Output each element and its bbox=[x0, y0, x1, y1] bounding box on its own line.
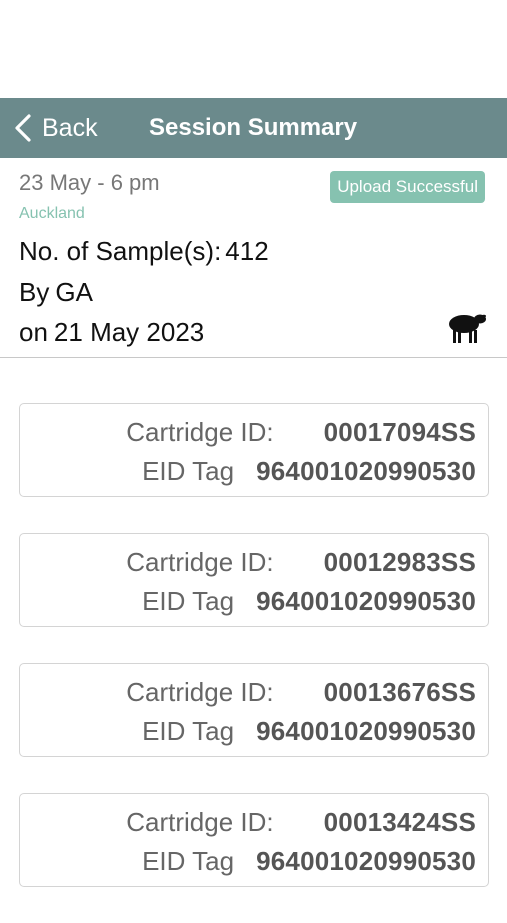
sample-card[interactable]: Cartridge ID: 00013424SS EID Tag 9640010… bbox=[19, 793, 489, 887]
collected-by-label: By bbox=[19, 277, 50, 307]
sample-card[interactable]: Cartridge ID: 00017094SS EID Tag 9640010… bbox=[19, 403, 489, 497]
collection-date-value: 21 May 2023 bbox=[53, 317, 205, 347]
session-summary-header: 23 May - 6 pm Upload Successful Auckland… bbox=[0, 158, 507, 358]
cartridge-id-label: Cartridge ID: bbox=[126, 677, 274, 707]
cartridge-id-value: 00013424SS bbox=[323, 807, 476, 837]
back-label: Back bbox=[42, 113, 98, 142]
eid-tag-label: EID Tag bbox=[142, 846, 235, 876]
eid-tag-value: 964001020990530 bbox=[256, 846, 476, 876]
eid-tag-label: EID Tag bbox=[142, 456, 235, 486]
eid-tag-value: 964001020990530 bbox=[256, 716, 476, 746]
eid-tag-value: 964001020990530 bbox=[256, 456, 476, 486]
chevron-left-icon bbox=[15, 114, 31, 142]
sample-count-label: No. of Sample(s): bbox=[19, 236, 222, 266]
sample-list: Cartridge ID: 00017094SS EID Tag 9640010… bbox=[19, 403, 489, 923]
sample-count: No. of Sample(s): 412 bbox=[19, 236, 269, 267]
sample-card[interactable]: Cartridge ID: 00013676SS EID Tag 9640010… bbox=[19, 663, 489, 757]
collected-by-value: GA bbox=[55, 277, 93, 307]
eid-tag-label: EID Tag bbox=[142, 586, 235, 616]
session-location: Auckland bbox=[19, 205, 85, 222]
sample-count-value: 412 bbox=[225, 236, 269, 266]
page-title: Session Summary bbox=[149, 114, 358, 141]
cartridge-id-label: Cartridge ID: bbox=[126, 547, 274, 577]
status-badge: Upload Successful bbox=[330, 171, 485, 203]
nav-bar: Back Session Summary bbox=[0, 98, 507, 158]
cartridge-id-value: 00012983SS bbox=[323, 547, 476, 577]
back-button[interactable]: Back bbox=[14, 98, 98, 158]
cartridge-id-label: Cartridge ID: bbox=[126, 807, 274, 837]
cartridge-id-value: 00013676SS bbox=[323, 677, 476, 707]
collected-by: By GA bbox=[19, 277, 93, 308]
eid-tag-value: 964001020990530 bbox=[256, 586, 476, 616]
sample-card[interactable]: Cartridge ID: 00012983SS EID Tag 9640010… bbox=[19, 533, 489, 627]
cartridge-id-value: 00017094SS bbox=[323, 417, 476, 447]
eid-tag-label: EID Tag bbox=[142, 716, 235, 746]
sheep-icon bbox=[449, 314, 486, 343]
collection-date-label: on bbox=[19, 317, 48, 347]
session-name: 23 May - 6 pm bbox=[19, 170, 160, 195]
collection-date: on 21 May 2023 bbox=[19, 317, 204, 348]
cartridge-id-label: Cartridge ID: bbox=[126, 417, 274, 447]
